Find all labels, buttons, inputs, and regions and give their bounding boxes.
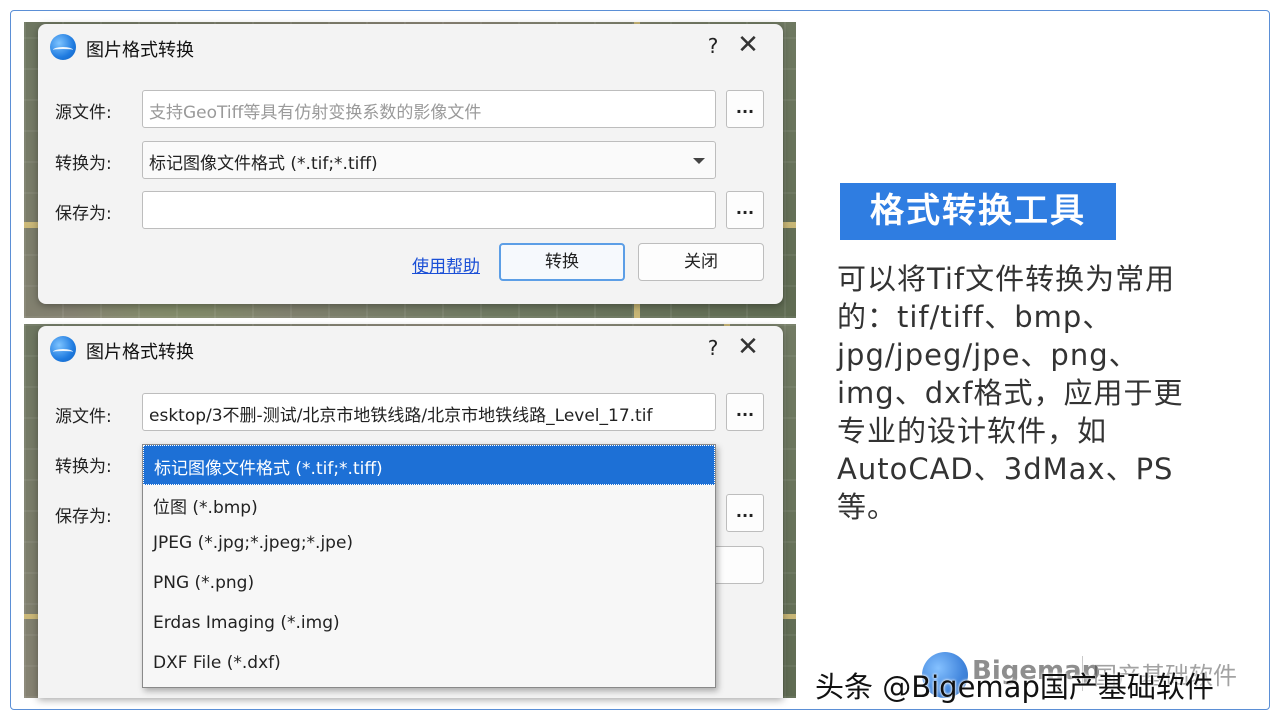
format-option[interactable]: 位图 (*.bmp)	[143, 485, 715, 525]
source-browse-button[interactable]: ...	[726, 90, 764, 128]
format-convert-dialog: 图片格式转换 ? ✕ 源文件: esktop/3不删-测试/北京市地铁线路/北京…	[38, 326, 783, 698]
source-file-label: 源文件:	[55, 407, 112, 427]
dialog-title: 图片格式转换	[86, 40, 194, 61]
feature-description: 可以将Tif文件转换为常用的：tif/tiff、bmp、jpg/jpeg/jpe…	[837, 262, 1184, 524]
bigemap-logo-icon	[50, 336, 76, 362]
dialog-titlebar: 图片格式转换 ? ✕	[38, 24, 783, 70]
convert-to-label: 转换为:	[55, 154, 112, 174]
save-as-label: 保存为:	[55, 507, 112, 527]
format-select[interactable]: 标记图像文件格式 (*.tif;*.tiff)	[142, 141, 716, 179]
format-option[interactable]: 标记图像文件格式 (*.tif;*.tiff)	[143, 445, 715, 485]
convert-to-label: 转换为:	[55, 457, 112, 477]
close-icon[interactable]: ✕	[733, 332, 763, 362]
format-option[interactable]: JPEG (*.jpg;*.jpeg;*.jpe)	[143, 525, 715, 565]
close-icon[interactable]: ✕	[733, 30, 763, 60]
save-as-input[interactable]	[142, 191, 716, 229]
dialog-title: 图片格式转换	[86, 342, 194, 363]
format-option[interactable]: PNG (*.png)	[143, 565, 715, 605]
format-option[interactable]: DXF File (*.dxf)	[143, 645, 715, 685]
source-watermark: 头条 @Bigemap国产基础软件	[815, 670, 1214, 704]
source-file-label: 源文件:	[55, 103, 112, 123]
format-dropdown-list: 标记图像文件格式 (*.tif;*.tiff) 位图 (*.bmp) JPEG …	[142, 444, 716, 688]
section-heading: 格式转换工具	[840, 183, 1116, 240]
close-button[interactable]: 关闭	[638, 243, 764, 281]
chevron-down-icon	[693, 158, 705, 164]
source-browse-button[interactable]: ...	[726, 393, 764, 431]
format-option[interactable]: Erdas Imaging (*.img)	[143, 605, 715, 645]
format-select-value: 标记图像文件格式 (*.tif;*.tiff)	[149, 154, 378, 174]
save-browse-button[interactable]: ...	[726, 191, 764, 229]
format-convert-dialog: 图片格式转换 ? ✕ 源文件: 支持GeoTiff等具有仿射变换系数的影像文件 …	[38, 24, 783, 304]
bigemap-logo-icon	[50, 34, 76, 60]
help-icon[interactable]: ?	[702, 336, 724, 360]
help-icon[interactable]: ?	[702, 34, 724, 58]
save-browse-button[interactable]: ...	[726, 494, 764, 532]
source-file-input[interactable]: esktop/3不删-测试/北京市地铁线路/北京市地铁线路_Level_17.t…	[142, 393, 716, 431]
dialog-titlebar: 图片格式转换 ? ✕	[38, 326, 783, 372]
source-file-input[interactable]: 支持GeoTiff等具有仿射变换系数的影像文件	[142, 90, 716, 128]
help-link[interactable]: 使用帮助	[412, 252, 480, 277]
save-as-label: 保存为:	[55, 204, 112, 224]
convert-button[interactable]: 转换	[499, 243, 625, 281]
